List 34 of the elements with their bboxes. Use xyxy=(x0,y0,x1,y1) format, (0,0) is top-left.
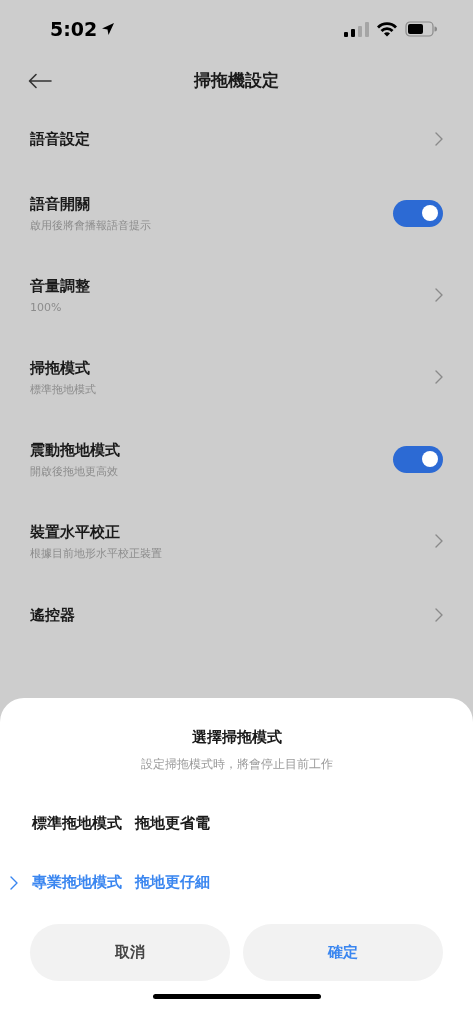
chevron-right-icon xyxy=(10,875,18,890)
page-title: 掃拖機設定 xyxy=(192,69,280,93)
signal-icon xyxy=(344,21,369,37)
sheet-title: 選擇掃拖模式 xyxy=(191,727,282,747)
battery-icon xyxy=(405,21,437,37)
mode-option[interactable]: 標準拖地模式 拖地更省電 xyxy=(0,794,473,853)
setting-title: 裝置水平校正 xyxy=(30,521,121,542)
chevron-right-icon xyxy=(435,370,443,384)
settings-row[interactable]: 音量調整 100% xyxy=(0,254,473,336)
chevron-right-icon xyxy=(435,608,443,622)
settings-row[interactable]: 語音設定 xyxy=(0,106,473,172)
cancel-button[interactable]: 取消 xyxy=(30,924,230,981)
setting-title: 震動拖地模式 xyxy=(30,439,120,460)
chevron-right-icon xyxy=(435,534,443,548)
mode-note: 拖地更省電 xyxy=(135,813,210,835)
mode-note: 拖地更仔細 xyxy=(135,872,210,894)
chevron-right-icon xyxy=(435,132,443,146)
settings-row[interactable]: 遙控器 xyxy=(0,582,473,648)
setting-title: 遙控器 xyxy=(30,605,75,625)
chevron-right-icon xyxy=(435,288,443,302)
setting-title: 語音開關 xyxy=(30,193,91,214)
mode-option[interactable]: 專業拖地模式 拖地更仔細 xyxy=(0,853,473,912)
wifi-icon xyxy=(376,21,398,37)
status-time: 5:02 xyxy=(50,16,98,42)
location-arrow-icon xyxy=(101,22,116,36)
setting-title: 音量調整 xyxy=(30,275,90,296)
setting-title: 語音設定 xyxy=(30,129,90,149)
sheet-subtitle: 設定掃拖模式時，將會停止目前工作 xyxy=(140,756,333,772)
toggle-switch[interactable] xyxy=(393,199,443,227)
setting-subtitle: 100% xyxy=(30,300,63,315)
mode-name: 標準拖地模式 xyxy=(32,813,122,835)
setting-title: 掃拖模式 xyxy=(30,357,91,378)
mode-name: 專業拖地模式 xyxy=(32,872,122,894)
toggle-switch[interactable] xyxy=(393,445,443,473)
